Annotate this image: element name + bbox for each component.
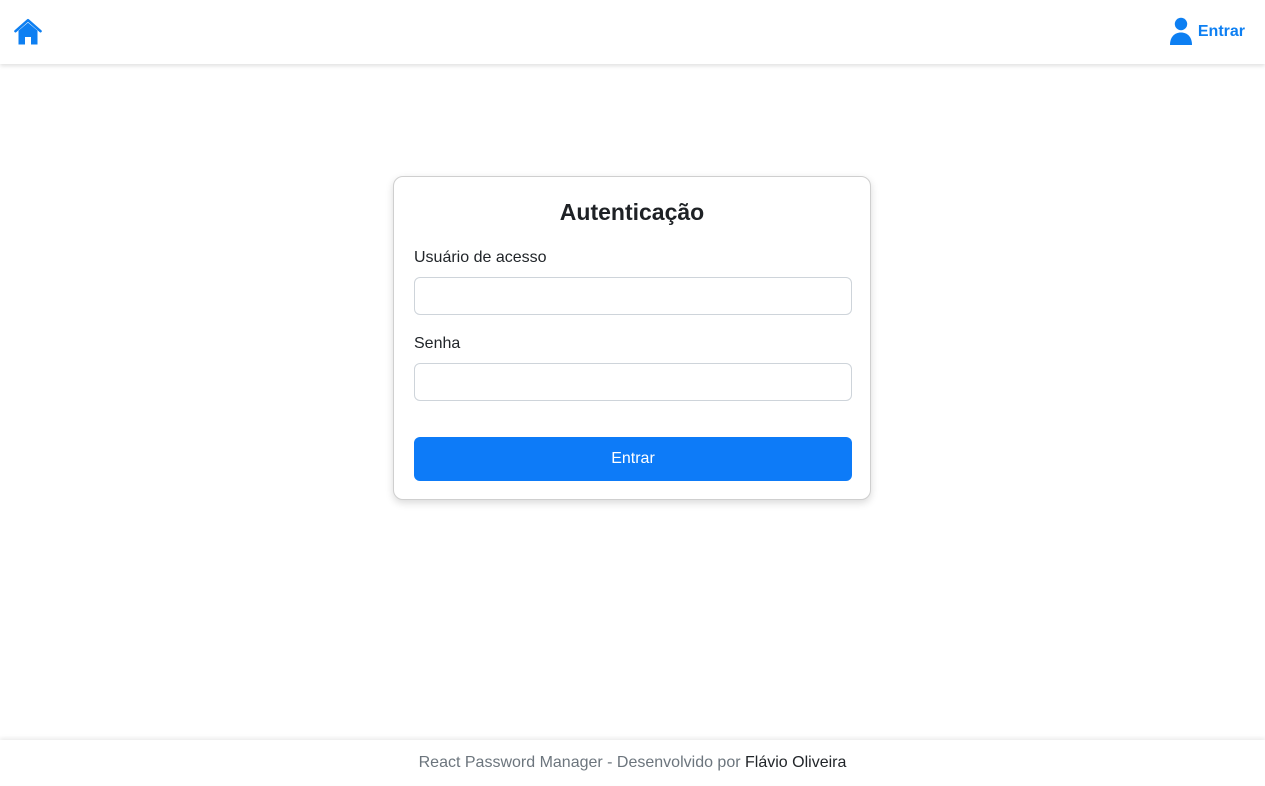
submit-button[interactable]: Entrar <box>414 437 852 481</box>
user-icon <box>1169 17 1192 45</box>
footer: React Password Manager - Desenvolvido po… <box>0 740 1265 785</box>
password-label: Senha <box>414 335 461 352</box>
home-link[interactable] <box>13 17 43 47</box>
nav-login-label: Entrar <box>1197 23 1245 40</box>
password-input[interactable] <box>414 363 852 401</box>
footer-text: React Password Manager - Desenvolvido po… <box>418 754 741 771</box>
username-input[interactable] <box>414 277 852 315</box>
home-icon <box>14 18 42 45</box>
nav-login-link[interactable]: Entrar <box>1169 17 1245 47</box>
username-label: Usuário de acesso <box>414 249 547 266</box>
top-navbar: Entrar <box>0 0 1265 64</box>
author-link[interactable]: Flávio Oliveira <box>745 754 846 771</box>
form-title: Autenticação <box>559 199 705 225</box>
login-card: Autenticação Usuário de acesso Senha Ent… <box>393 176 871 500</box>
